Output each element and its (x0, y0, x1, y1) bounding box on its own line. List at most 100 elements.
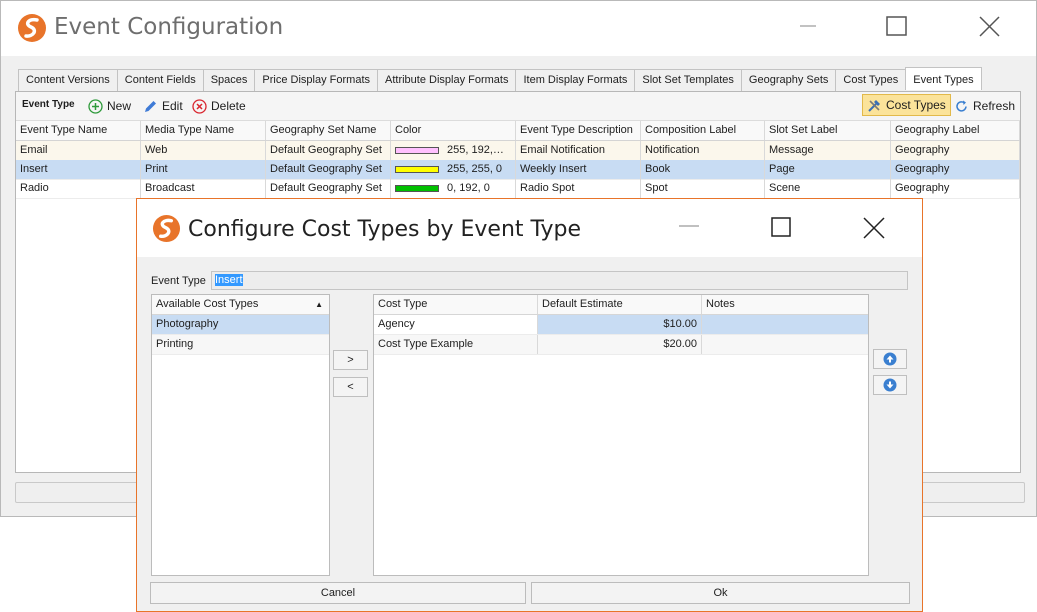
available-cost-types-list[interactable]: Available Cost Types ▲ Photography Print… (151, 294, 330, 576)
tab-geography-sets[interactable]: Geography Sets (740, 69, 836, 92)
cell-cost-type: Agency (374, 315, 538, 334)
column-header[interactable]: Default Estimate (538, 295, 702, 314)
available-list-header[interactable]: Available Cost Types ▲ (152, 295, 329, 315)
tab-event-types[interactable]: Event Types (905, 67, 982, 90)
cell-slot-set-label: Page (765, 160, 891, 179)
table-row[interactable]: Cost Type Example $20.00 (374, 335, 868, 355)
delete-button[interactable]: Delete (192, 96, 246, 116)
configure-cost-types-dialog: Configure Cost Types by Event Type Event… (136, 198, 923, 612)
tab-content-versions[interactable]: Content Versions (18, 69, 117, 92)
cell-description: Email Notification (516, 141, 641, 160)
delete-icon (192, 98, 207, 114)
move-down-button[interactable] (873, 375, 907, 395)
tab-spaces[interactable]: Spaces (202, 69, 255, 92)
app-logo-icon (18, 14, 46, 42)
table-row[interactable]: Radio Broadcast Default Geography Set 0,… (16, 179, 1020, 199)
tab-slot-set-templates[interactable]: Slot Set Templates (634, 69, 741, 92)
close-icon[interactable] (861, 213, 891, 243)
maximize-icon[interactable] (769, 213, 799, 243)
minimize-icon[interactable] (798, 13, 828, 43)
column-header[interactable]: Media Type Name (141, 121, 266, 140)
available-header-cell: Available Cost Types ▲ (152, 295, 329, 314)
cell-geography-set: Default Geography Set (266, 141, 391, 160)
cell-cost-type: Cost Type Example (374, 335, 538, 354)
cell-default-estimate[interactable]: $10.00 (538, 315, 702, 334)
new-button-label: New (107, 99, 132, 113)
column-header[interactable]: Geography Set Name (266, 121, 391, 140)
color-value: 255, 192,… (447, 144, 504, 156)
list-item[interactable]: Photography (152, 315, 329, 335)
cell-notes[interactable] (702, 335, 868, 354)
sort-ascending-icon: ▲ (315, 300, 323, 309)
minimize-icon[interactable] (677, 213, 707, 243)
maximize-icon[interactable] (885, 13, 915, 43)
tab-price-display-formats[interactable]: Price Display Formats (254, 69, 377, 92)
column-header[interactable]: Color (391, 121, 516, 140)
cell-color: 255, 255, 0 (391, 160, 516, 179)
column-header[interactable]: Composition Label (641, 121, 765, 140)
event-type-field[interactable]: Insert (211, 271, 908, 290)
column-header[interactable]: Cost Type (374, 295, 538, 314)
cell-geography-label: Geography (891, 160, 1020, 179)
cell-default-estimate[interactable]: $20.00 (538, 335, 702, 354)
list-item[interactable]: Printing (152, 335, 329, 355)
assigned-cost-types-grid[interactable]: Cost Type Default Estimate Notes Agency … (373, 294, 869, 576)
cell-event-type-name: Insert (16, 160, 141, 179)
list-item-label: Printing (156, 338, 194, 350)
tools-icon (868, 99, 880, 112)
add-icon (88, 98, 103, 114)
cell-geography-set: Default Geography Set (266, 179, 391, 198)
toolbar: Event Type New Edit Delete Cost Types Re… (16, 92, 1020, 121)
cell-color: 0, 192, 0 (391, 179, 516, 198)
cell-geography-label: Geography (891, 179, 1020, 198)
cost-types-button-label: Cost Types (886, 98, 946, 112)
tab-cost-types[interactable]: Cost Types (835, 69, 906, 92)
cell-event-type-name: Radio (16, 179, 141, 198)
tab-attribute-display-formats[interactable]: Attribute Display Formats (377, 69, 516, 92)
cell-color: 255, 192,… (391, 141, 516, 160)
toolbar-section-label: Event Type (22, 99, 75, 110)
move-up-button[interactable] (873, 349, 907, 369)
app-logo-icon (152, 214, 181, 243)
add-cost-type-button[interactable]: > (333, 350, 368, 370)
tab-content-fields[interactable]: Content Fields (116, 69, 203, 92)
edit-button[interactable]: Edit (143, 96, 183, 116)
color-swatch (395, 166, 439, 173)
grid-header: Event Type Name Media Type Name Geograph… (16, 121, 1020, 141)
remove-cost-type-button[interactable]: < (333, 377, 368, 397)
window-title: Event Configuration (54, 14, 284, 40)
refresh-button[interactable]: Refresh (954, 96, 1015, 116)
pencil-icon (145, 100, 156, 112)
column-header[interactable]: Event Type Description (516, 121, 641, 140)
new-button[interactable]: New (88, 96, 131, 116)
delete-button-label: Delete (211, 99, 246, 113)
color-value: 0, 192, 0 (447, 182, 490, 194)
cost-types-button[interactable]: Cost Types (862, 94, 951, 116)
table-row[interactable]: Agency $10.00 (374, 315, 868, 335)
color-swatch (395, 185, 439, 192)
refresh-icon (956, 100, 967, 112)
column-header[interactable]: Event Type Name (16, 121, 141, 140)
close-icon[interactable] (977, 13, 1007, 43)
cell-composition-label: Notification (641, 141, 765, 160)
arrow-down-icon (883, 378, 897, 392)
column-header[interactable]: Notes (702, 295, 868, 314)
dialog-title-bar: Configure Cost Types by Event Type (137, 199, 922, 257)
ok-button[interactable]: Ok (531, 582, 910, 604)
cell-media-type: Broadcast (141, 179, 266, 198)
refresh-button-label: Refresh (973, 99, 1016, 113)
cell-event-type-name: Email (16, 141, 141, 160)
cell-notes[interactable] (702, 315, 868, 334)
table-row[interactable]: Email Web Default Geography Set 255, 192… (16, 141, 1020, 161)
column-header[interactable]: Slot Set Label (765, 121, 891, 140)
cell-geography-set: Default Geography Set (266, 160, 391, 179)
tab-item-display-formats[interactable]: Item Display Formats (515, 69, 635, 92)
title-bar: Event Configuration (1, 1, 1036, 56)
table-row[interactable]: Insert Print Default Geography Set 255, … (16, 160, 1020, 180)
column-header[interactable]: Geography Label (891, 121, 1020, 140)
available-header-label: Available Cost Types (156, 298, 259, 310)
cancel-button[interactable]: Cancel (150, 582, 526, 604)
cell-slot-set-label: Scene (765, 179, 891, 198)
cell-description: Radio Spot (516, 179, 641, 198)
dialog-title: Configure Cost Types by Event Type (188, 217, 582, 242)
